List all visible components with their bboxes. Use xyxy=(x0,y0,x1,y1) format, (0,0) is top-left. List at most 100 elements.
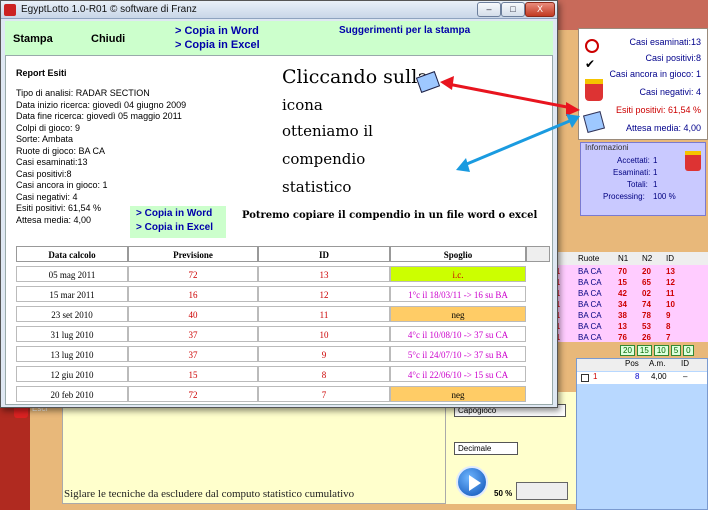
count-box[interactable]: 15 xyxy=(636,345,652,356)
table-row[interactable]: 11BA CA702013 xyxy=(552,266,708,277)
pos-value: 8 xyxy=(635,372,640,381)
grid-cell-prev: 37 xyxy=(128,346,258,362)
posizioni-table-header: Pos A.m. ID xyxy=(577,359,707,371)
bg-cell: 76 xyxy=(618,333,627,342)
report-line: Data fine ricerca: giovedì 05 maggio 201… xyxy=(16,111,182,121)
grid-cell-data: 15 mar 2011 xyxy=(16,286,128,302)
tecniche-caption: Siglare le tecniche da escludere dal com… xyxy=(64,488,355,500)
grid-cell-spoglio: neg xyxy=(390,306,526,322)
grid-cell-data: 20 feb 2010 xyxy=(16,386,128,402)
table-row[interactable]: 23 set 2010 40 11 neg xyxy=(16,306,550,326)
casi-ancora-text: Casi ancora in gioco: 1 xyxy=(609,69,701,79)
grid-cell-prev: 16 xyxy=(128,286,258,302)
table-row[interactable]: 1 8 4,00 – xyxy=(577,372,707,384)
summary-panel: ✔ Casi esaminati:13 Casi positivi:8 Casi… xyxy=(578,28,708,140)
bg-cell: BA CA xyxy=(578,333,602,342)
play-button[interactable] xyxy=(456,466,488,498)
table-row[interactable]: 11BA CA156512 xyxy=(552,277,708,288)
grid-cell-spoglio: neg xyxy=(390,386,526,402)
zoom-label: 50 % xyxy=(494,489,513,498)
table-row[interactable]: 12 giu 2010 15 8 4°c il 22/06/10 -> 15 su C… xyxy=(16,366,550,386)
info-accettati-value: 1 xyxy=(653,156,658,165)
count-box[interactable]: 20 xyxy=(620,345,635,356)
table-row[interactable]: 31 lug 2010 37 10 4°c il 10/08/10 -> 37 su … xyxy=(16,326,550,346)
table-row[interactable]: 13 lug 2010 37 9 5°c il 24/07/10 -> 37 su B… xyxy=(16,346,550,366)
copy-excel-link[interactable]: > Copia in Excel xyxy=(136,222,213,233)
chiudi-button[interactable]: Chiudi xyxy=(91,33,125,45)
bg-cell: 9 xyxy=(666,311,671,320)
report-title: Report Esiti xyxy=(16,68,67,78)
annotation-line-1: Cliccando sulla xyxy=(282,66,429,88)
table-row[interactable]: 11BA CA420211 xyxy=(552,288,708,299)
pos-header: Pos xyxy=(625,359,639,368)
close-button[interactable]: X xyxy=(525,2,555,17)
info-panel-title: Informazioni xyxy=(585,143,629,152)
info-esaminati-value: 1 xyxy=(653,168,658,177)
grid-cell-spoglio: 4°c il 10/08/10 -> 37 su CA xyxy=(390,326,526,342)
stampa-button[interactable]: Stampa xyxy=(13,33,53,45)
table-row[interactable]: 15 mar 2011 16 12 1°c il 18/03/11 -> 16 su … xyxy=(16,286,550,306)
table-row[interactable]: 11BA CA38789 xyxy=(552,310,708,321)
table-row[interactable]: 11BA CA13538 xyxy=(552,321,708,332)
count-box[interactable]: 10 xyxy=(653,345,669,356)
previsioni-table-header: Ruote N1 N2 ID xyxy=(552,252,708,265)
annotation-line-2: icona xyxy=(282,96,323,114)
bg-cell: 20 xyxy=(642,267,651,276)
grid-cell-prev: 40 xyxy=(128,306,258,322)
report-line: Casi ancora in gioco: 1 xyxy=(16,180,108,190)
info-processing-label: Processing: xyxy=(603,192,645,201)
bucket-icon xyxy=(685,151,701,171)
title-bar[interactable]: EgyptLotto 1.0-R01 © software di Franz –… xyxy=(1,1,557,19)
maximize-button[interactable]: □ xyxy=(501,2,525,17)
decimale-select[interactable]: Decimale xyxy=(454,442,518,455)
table-row[interactable]: 20 feb 2010 72 7 neg xyxy=(16,386,550,404)
suggerimenti-link[interactable]: Suggerimenti per la stampa xyxy=(339,25,470,36)
bg-cell: 7 xyxy=(666,333,671,342)
annotation-line-3: otteniamo il xyxy=(282,122,373,140)
annotation-line-5: statistico xyxy=(282,178,352,196)
minimize-button[interactable]: – xyxy=(477,2,501,17)
info-panel: Informazioni Accettati: 1 Esaminati: 1 T… xyxy=(580,142,706,216)
row-checkbox[interactable] xyxy=(581,374,589,382)
grid-cell-spoglio: 1°c il 18/03/11 -> 16 su BA xyxy=(390,286,526,302)
report-line: Casi esaminati:13 xyxy=(16,157,88,167)
report-line: Colpi di gioco: 9 xyxy=(16,122,81,133)
count-box[interactable]: 5 xyxy=(670,345,682,356)
grid-header-spoglio: Spoglio xyxy=(390,246,526,262)
window-title: EgyptLotto 1.0-R01 © software di Franz xyxy=(21,4,197,15)
grid-cell-id: 8 xyxy=(258,366,390,382)
zoom-slider[interactable] xyxy=(516,482,568,500)
info-processing-value: 100 % xyxy=(653,192,676,201)
copia-word-link[interactable]: > Copia in Word xyxy=(175,25,259,37)
esiti-positivi-text: Esiti positivi: 61,54 % xyxy=(615,105,701,115)
grid-cell-spoglio: i.c. xyxy=(390,266,526,282)
table-row[interactable]: 05 mag 2011 72 13 i.c. xyxy=(16,266,550,286)
table-row[interactable]: 11BA CA76267 xyxy=(552,332,708,343)
grid-cell-id: 10 xyxy=(258,326,390,342)
grid-header-previsione: Previsione xyxy=(128,246,258,262)
grid-cell-prev: 72 xyxy=(128,386,258,402)
grid-cell-data: 05 mag 2011 xyxy=(16,266,128,282)
grid-cell-spoglio: 5°c il 24/07/10 -> 37 su BA xyxy=(390,346,526,362)
attesa-media-text: Attesa media: 4,00 xyxy=(625,123,701,133)
bg-cell: 26 xyxy=(642,333,651,342)
copia-excel-link[interactable]: > Copia in Excel xyxy=(175,39,260,51)
grid-cell-data: 23 set 2010 xyxy=(16,306,128,322)
grid-cell-data: 13 lug 2010 xyxy=(16,346,128,362)
bg-cell: BA CA xyxy=(578,311,602,320)
bg-cell: 13 xyxy=(666,267,675,276)
report-line: Casi positivi:8 xyxy=(16,168,72,179)
info-accettati-label: Accettati: xyxy=(617,156,650,165)
bg-cell: BA CA xyxy=(578,300,602,309)
bg-cell: 65 xyxy=(642,278,651,287)
copy-word-link[interactable]: > Copia in Word xyxy=(136,208,212,219)
report-line: Tipo di analisi: RADAR SECTION xyxy=(16,88,150,98)
bg-cell: 11 xyxy=(666,289,675,298)
grid-cell-id: 7 xyxy=(258,386,390,402)
bg-cell: BA CA xyxy=(578,267,602,276)
report-line: Casi negativi: 4 xyxy=(16,191,78,202)
count-box[interactable]: 0 xyxy=(683,345,694,356)
bg-table-header-cell: ID xyxy=(666,254,674,263)
table-row[interactable]: 11BA CA347410 xyxy=(552,299,708,310)
am-header: A.m. xyxy=(649,359,666,368)
